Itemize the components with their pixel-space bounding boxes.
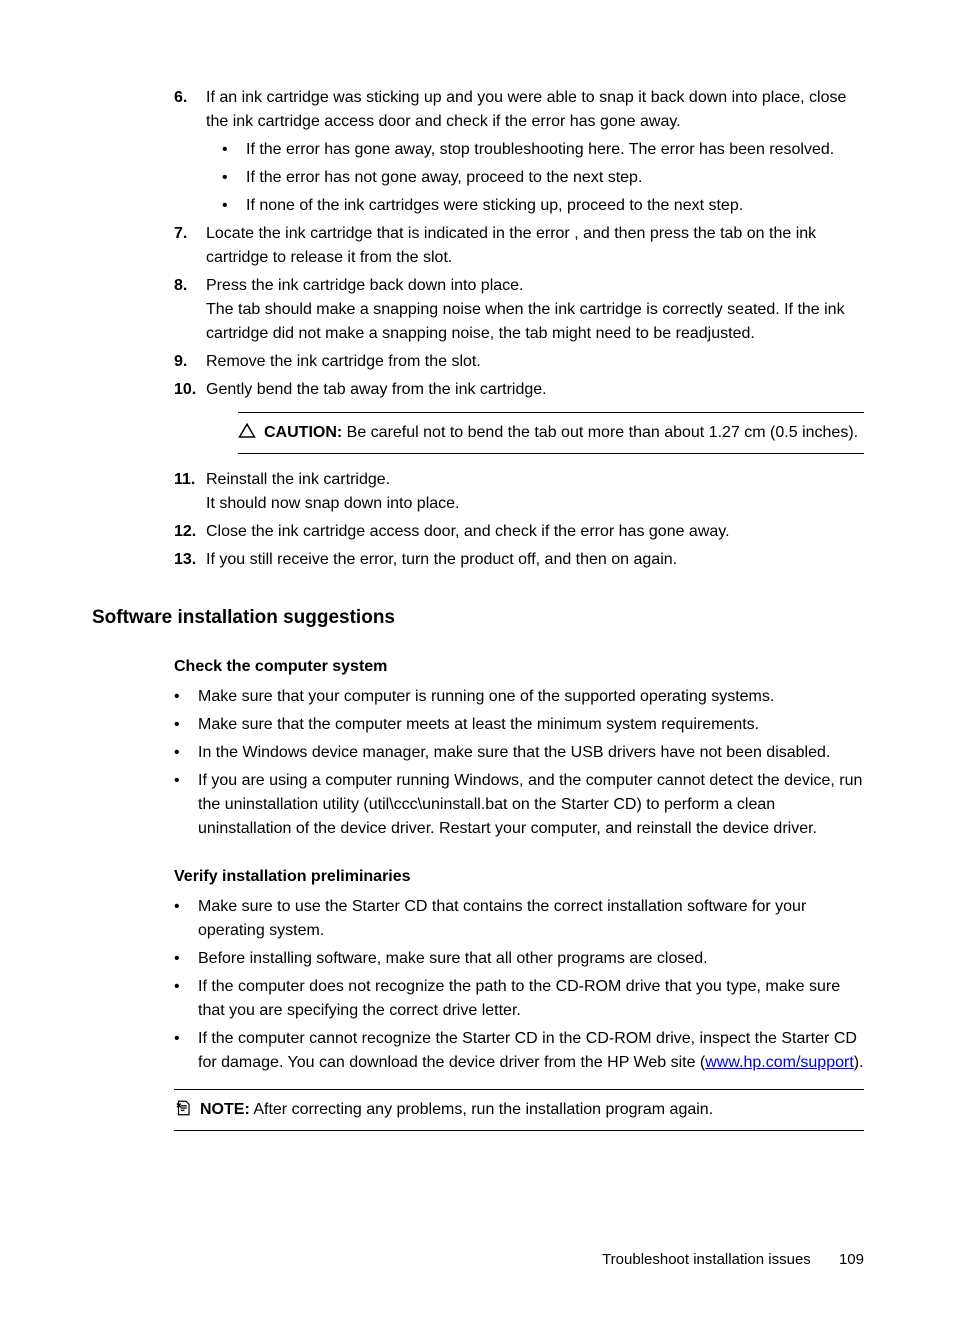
- bullet-text: Before installing software, make sure th…: [198, 947, 864, 971]
- bullet-dot: •: [174, 685, 198, 709]
- step-8: 8. Press the ink cartridge back down int…: [174, 274, 864, 346]
- step-number: 12.: [174, 520, 206, 544]
- bullet-text: If none of the ink cartridges were stick…: [246, 194, 864, 218]
- step-number: 6.: [174, 86, 206, 218]
- bullet-dot: •: [174, 713, 198, 737]
- note-label: NOTE:: [200, 1101, 250, 1118]
- list-item: •If the computer cannot recognize the St…: [174, 1027, 864, 1075]
- step-number: 13.: [174, 548, 206, 572]
- bullet-text: Make sure to use the Starter CD that con…: [198, 895, 864, 943]
- bullet-text: If the computer cannot recognize the Sta…: [198, 1027, 864, 1075]
- list-item: •In the Windows device manager, make sur…: [174, 741, 864, 765]
- step-text: Reinstall the ink cartridge.: [206, 468, 864, 492]
- step-text: Locate the ink cartridge that is indicat…: [206, 222, 864, 270]
- step-text: Gently bend the tab away from the ink ca…: [206, 378, 864, 402]
- step-6: 6. If an ink cartridge was sticking up a…: [174, 86, 864, 218]
- step-10: 10. Gently bend the tab away from the in…: [174, 378, 864, 464]
- subheading-check: Check the computer system: [174, 655, 864, 679]
- bullet-dot: •: [174, 769, 198, 841]
- bullet-text: If you are using a computer running Wind…: [198, 769, 864, 841]
- bullet-text: Make sure that your computer is running …: [198, 685, 864, 709]
- support-link[interactable]: www.hp.com/support: [705, 1054, 854, 1071]
- bullet-dot: •: [174, 975, 198, 1023]
- step-number: 8.: [174, 274, 206, 346]
- subheading-verify: Verify installation preliminaries: [174, 865, 864, 889]
- caution-box: CAUTION: Be careful not to bend the tab …: [238, 412, 864, 454]
- step-number: 9.: [174, 350, 206, 374]
- step-text: Remove the ink cartridge from the slot.: [206, 350, 864, 374]
- step-text: If you still receive the error, turn the…: [206, 548, 864, 572]
- step-text: Close the ink cartridge access door, and…: [206, 520, 864, 544]
- page-number: 109: [839, 1251, 864, 1268]
- step-text: Press the ink cartridge back down into p…: [206, 274, 864, 298]
- list-item: •Make sure that your computer is running…: [174, 685, 864, 709]
- step-number: 11.: [174, 468, 206, 516]
- section-heading: Software installation suggestions: [92, 604, 864, 633]
- step-text: If an ink cartridge was sticking up and …: [206, 86, 864, 134]
- bullet-text: If the error has gone away, stop trouble…: [246, 138, 864, 162]
- sub-bullet: •If none of the ink cartridges were stic…: [222, 194, 864, 218]
- list-item: •Before installing software, make sure t…: [174, 947, 864, 971]
- step-text-extra: It should now snap down into place.: [206, 492, 864, 516]
- note-text: After correcting any problems, run the i…: [250, 1101, 713, 1118]
- step-11: 11. Reinstall the ink cartridge. It shou…: [174, 468, 864, 516]
- caution-text: Be careful not to bend the tab out more …: [342, 424, 858, 441]
- page-footer: Troubleshoot installation issues 109: [602, 1249, 864, 1272]
- sub-bullet: •If the error has gone away, stop troubl…: [222, 138, 864, 162]
- bullet-dot: •: [174, 947, 198, 971]
- bullet-text: If the error has not gone away, proceed …: [246, 166, 864, 190]
- bullet-text: If the computer does not recognize the p…: [198, 975, 864, 1023]
- step-12: 12. Close the ink cartridge access door,…: [174, 520, 864, 544]
- bullet-dot: •: [222, 194, 246, 218]
- bullet-dot: •: [222, 138, 246, 162]
- note-box: NOTE: After correcting any problems, run…: [174, 1089, 864, 1131]
- note-icon: [174, 1098, 200, 1122]
- bullet-dot: •: [222, 166, 246, 190]
- bullet-text: In the Windows device manager, make sure…: [198, 741, 864, 765]
- step-13: 13. If you still receive the error, turn…: [174, 548, 864, 572]
- list-item: •If the computer does not recognize the …: [174, 975, 864, 1023]
- step-number: 10.: [174, 378, 206, 464]
- list-item: •If you are using a computer running Win…: [174, 769, 864, 841]
- footer-section: Troubleshoot installation issues: [602, 1251, 811, 1268]
- bullet-dot: •: [174, 1027, 198, 1075]
- caution-icon: [238, 421, 264, 445]
- step-text-extra: The tab should make a snapping noise whe…: [206, 298, 864, 346]
- list-item: •Make sure to use the Starter CD that co…: [174, 895, 864, 943]
- step-number: 7.: [174, 222, 206, 270]
- step-9: 9. Remove the ink cartridge from the slo…: [174, 350, 864, 374]
- list-item: •Make sure that the computer meets at le…: [174, 713, 864, 737]
- bullet-dot: •: [174, 741, 198, 765]
- caution-label: CAUTION:: [264, 424, 342, 441]
- bullet-dot: •: [174, 895, 198, 943]
- bullet-text: Make sure that the computer meets at lea…: [198, 713, 864, 737]
- step-7: 7. Locate the ink cartridge that is indi…: [174, 222, 864, 270]
- sub-bullet: •If the error has not gone away, proceed…: [222, 166, 864, 190]
